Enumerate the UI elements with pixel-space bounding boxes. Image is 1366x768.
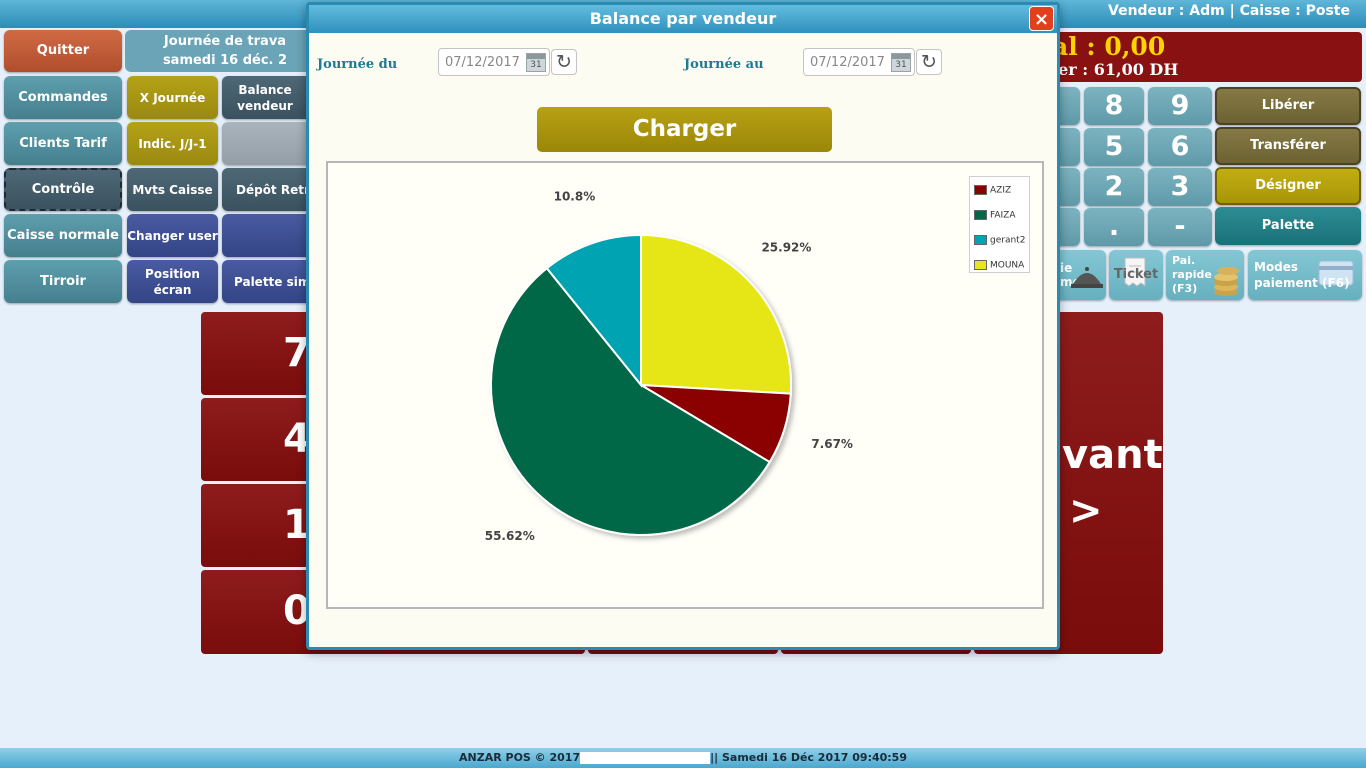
palette-button[interactable]: Palette <box>1215 207 1361 245</box>
key-dot[interactable]: . <box>1084 208 1144 246</box>
footer-right: || Samedi 16 Déc 2017 09:40:59 <box>710 751 907 764</box>
journee-line2: samedi 16 déc. 2 <box>162 53 288 68</box>
legend-label: AZIZ <box>990 185 1012 196</box>
pai-rapide-label: Pai. rapide (F3) <box>1172 254 1212 295</box>
date-to-field[interactable]: 31 <box>803 48 915 76</box>
journee-line1: Journée de trava <box>163 34 287 49</box>
legend-swatch <box>974 185 987 195</box>
ticket-button[interactable]: Ticket <box>1109 250 1163 300</box>
legend-item-mouna: MOUNA <box>974 260 1024 271</box>
key-2[interactable]: 2 <box>1084 168 1144 206</box>
caissier-amount: ier : 61,00 DH <box>1052 60 1179 79</box>
liberer-button[interactable]: Libérer <box>1215 87 1361 125</box>
quitter-button[interactable]: Quitter <box>4 30 122 72</box>
suivant-label: vant <box>1062 432 1163 478</box>
total-amount: al : 0,00 <box>1052 32 1166 61</box>
refresh-icon[interactable]: ↻ <box>551 49 577 75</box>
pie-chart-area: 25.92% 7.67% 55.62% 10.8% AZIZ FAIZA gerant2 M… <box>326 161 1044 609</box>
modal-title: Balance par vendeur <box>309 5 1057 33</box>
calendar-icon[interactable]: 31 <box>891 53 911 72</box>
indic-button[interactable]: Indic. J/J-1 <box>127 122 218 165</box>
modes-paiement-label: Modes paiement (F6) <box>1254 260 1350 290</box>
label-journee-du: Journée du <box>317 57 398 72</box>
key-8[interactable]: 8 <box>1084 87 1144 125</box>
key-6[interactable]: 6 <box>1148 128 1212 166</box>
cloche-icon <box>1071 267 1103 288</box>
legend-item-gerant2: gerant2 <box>974 235 1025 246</box>
legend-item-faiza: FAIZA <box>974 210 1015 221</box>
key-minus[interactable]: - <box>1148 208 1212 246</box>
caisse-normale-button[interactable]: Caisse normale <box>4 214 122 257</box>
masked-region <box>580 752 711 764</box>
transferer-button[interactable]: Transférer <box>1215 127 1361 165</box>
date-from-field[interactable]: 31 <box>438 48 550 76</box>
pie-chart: 25.92% 7.67% 55.62% 10.8% <box>485 189 853 543</box>
mvts-caisse-button[interactable]: Mvts Caisse <box>127 168 218 211</box>
pie-label-gerant2: 10.8% <box>554 189 596 203</box>
journee-info: Journée de trava samedi 16 déc. 2 <box>125 30 325 72</box>
calendar-icon[interactable]: 31 <box>526 53 546 72</box>
close-icon[interactable]: × <box>1029 6 1054 31</box>
pie-label-aziz: 7.67% <box>811 437 853 451</box>
modes-paiement-button[interactable]: Modes paiement (F6) <box>1248 250 1362 300</box>
charger-button[interactable]: Charger <box>537 107 832 152</box>
key-9[interactable]: 9 <box>1148 87 1212 125</box>
footer-left: ANZAR POS © 2017 <box>459 751 581 764</box>
legend-swatch <box>974 235 987 245</box>
label-journee-au: Journée au <box>684 57 764 72</box>
key-3[interactable]: 3 <box>1148 168 1212 206</box>
legend-label: MOUNA <box>990 260 1025 271</box>
clients-tarif-button[interactable]: Clients Tarif <box>4 122 122 165</box>
designer-button[interactable]: Désigner <box>1215 167 1361 205</box>
coins-icon <box>1214 267 1239 296</box>
pie-label-faiza: 55.62% <box>485 529 535 543</box>
x-journee-button[interactable]: X Journée <box>127 76 218 119</box>
changer-user-button[interactable]: Changer user <box>127 214 218 257</box>
date-to-input[interactable] <box>804 49 884 75</box>
pie-slice-mouna <box>640 233 792 395</box>
balance-vendeur-modal: Balance par vendeur × Journée du 31 ↻ Jo… <box>306 2 1060 650</box>
tiroir-button[interactable]: Tirroir <box>4 260 122 303</box>
legend-label: FAIZA <box>990 210 1016 221</box>
legend-swatch <box>974 210 987 220</box>
total-box: al : 0,00 ier : 61,00 DH <box>1030 32 1362 82</box>
legend-swatch <box>974 260 987 270</box>
footer-bar: ANZAR POS © 2017 || Samedi 16 Déc 2017 09… <box>0 748 1366 768</box>
chart-legend: AZIZ FAIZA gerant2 MOUNA <box>969 176 1030 273</box>
date-from-input[interactable] <box>439 49 519 75</box>
legend-label: gerant2 <box>990 235 1026 246</box>
user-info: Vendeur : Adm | Caisse : Poste <box>1108 3 1350 19</box>
position-ecran-button[interactable]: Position écran <box>127 260 218 303</box>
refresh-icon[interactable]: ↻ <box>916 49 942 75</box>
commandes-button[interactable]: Commandes <box>4 76 122 119</box>
pai-rapide-button[interactable]: Pai. rapide (F3) <box>1166 250 1244 300</box>
ticket-label: Ticket <box>1113 267 1159 282</box>
legend-item-aziz: AZIZ <box>974 185 1011 196</box>
controle-button[interactable]: Contrôle <box>4 168 122 211</box>
pie-label-mouna: 25.92% <box>761 241 811 255</box>
suivant-arrow: > <box>1069 488 1103 534</box>
key-5[interactable]: 5 <box>1084 128 1144 166</box>
